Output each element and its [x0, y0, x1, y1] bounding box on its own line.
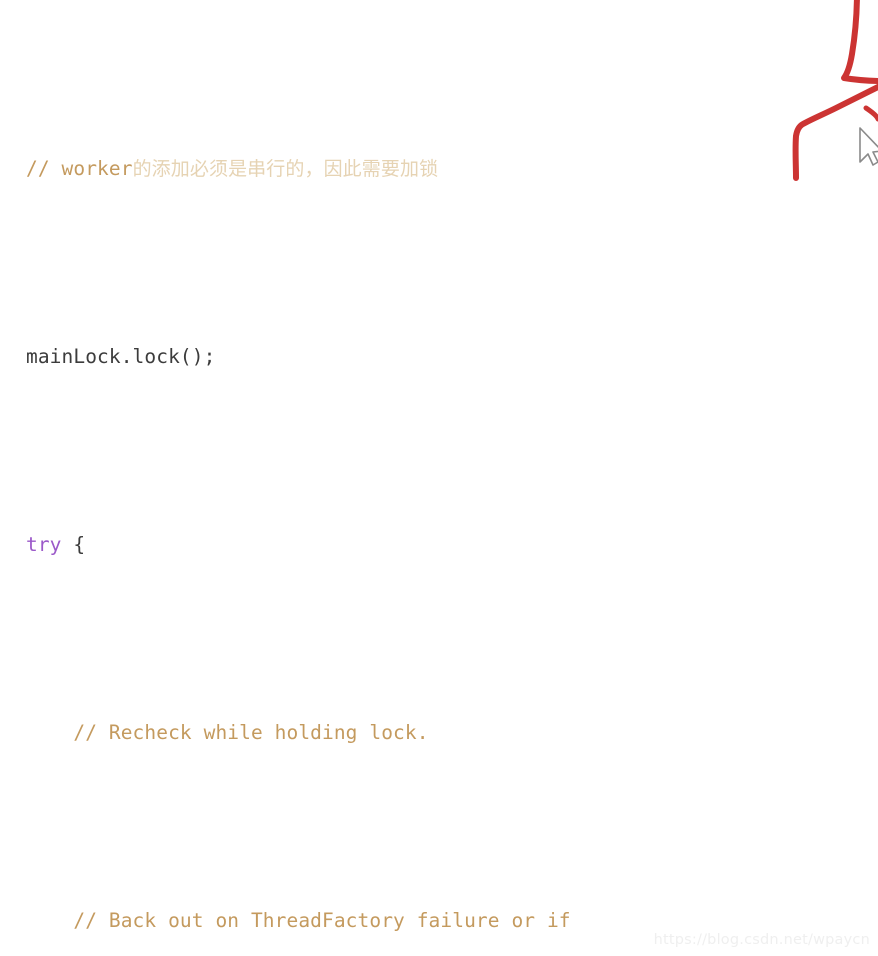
code-screenshot: // worker的添加必须是串行的，因此需要加锁 mainLock.lock(…	[0, 0, 878, 956]
comment-cjk-token: 的添加必须是串行的，因此需要加锁	[132, 158, 439, 181]
code-token: {	[61, 533, 86, 557]
comment-token: // Recheck while holding lock.	[26, 721, 429, 745]
code-line: try {	[0, 526, 878, 564]
code-line: mainLock.lock();	[0, 338, 878, 376]
code-token: mainLock.lock();	[26, 345, 216, 369]
keyword-try: try	[26, 533, 62, 557]
watermark: https://blog.csdn.net/wpaycn	[653, 932, 870, 948]
code-line: // worker的添加必须是串行的，因此需要加锁	[0, 150, 878, 188]
code-block: // worker的添加必须是串行的，因此需要加锁 mainLock.lock(…	[0, 0, 878, 956]
comment-token: // worker	[26, 157, 133, 181]
comment-token: // Back out on ThreadFactory failure or …	[26, 909, 571, 933]
code-line: // Recheck while holding lock.	[0, 714, 878, 752]
